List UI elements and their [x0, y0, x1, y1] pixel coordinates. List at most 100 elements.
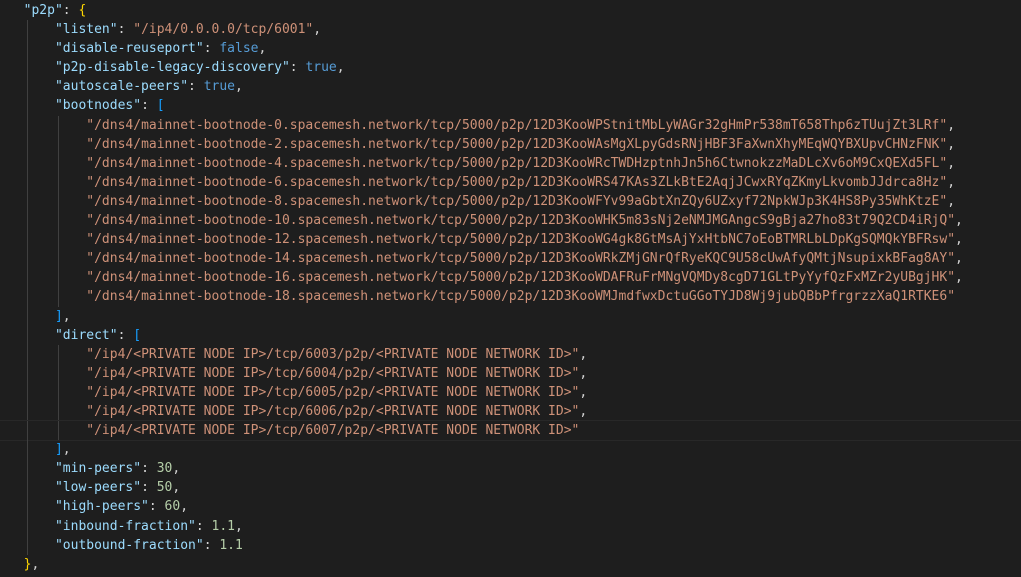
- code-token: ,: [62, 442, 71, 458]
- indent-guide: [26, 287, 28, 307]
- code-token: "/dns4/mainnet-bootnode-6.spacemesh.netw…: [86, 174, 948, 190]
- code-token: :: [188, 79, 204, 95]
- code-token: "bootnodes": [54, 98, 142, 114]
- code-token: "/dns4/mainnet-bootnode-10.spacemesh.net…: [86, 213, 956, 229]
- code-token: "low-peers": [54, 480, 142, 496]
- indent-guide: [57, 287, 59, 307]
- code-line[interactable]: "direct": [: [0, 325, 1021, 345]
- indent-guide: [57, 115, 59, 135]
- code-token: 1.1: [211, 518, 235, 534]
- code-token: "/ip4/<PRIVATE NODE IP>/tcp/6005/p2p/<PR…: [86, 384, 580, 400]
- code-line[interactable]: "listen": "/ip4/0.0.0.0/tcp/6001",: [0, 20, 1021, 40]
- code-line[interactable]: "p2p-disable-legacy-discovery": true,: [0, 58, 1021, 78]
- code-line[interactable]: "/dns4/mainnet-bootnode-0.spacemesh.netw…: [0, 115, 1021, 135]
- indent-guide: [26, 230, 28, 250]
- code-token: ,: [955, 213, 963, 229]
- code-line[interactable]: "/ip4/<PRIVATE NODE IP>/tcp/6004/p2p/<PR…: [0, 363, 1021, 383]
- indent-guide: [26, 134, 28, 154]
- code-token: "autoscale-peers": [54, 79, 189, 95]
- code-token: ,: [579, 384, 588, 400]
- code-token: :: [195, 518, 212, 534]
- indent-guide: [26, 58, 28, 78]
- indent-guide: [57, 153, 59, 173]
- indent-guide: [57, 134, 59, 154]
- code-line[interactable]: "/dns4/mainnet-bootnode-6.spacemesh.netw…: [0, 172, 1021, 192]
- indent-guide: [26, 20, 28, 40]
- indent-guide: [26, 172, 28, 192]
- code-line[interactable]: "/dns4/mainnet-bootnode-4.spacemesh.netw…: [0, 153, 1021, 173]
- indent-guide: [26, 191, 28, 212]
- code-editor[interactable]: "p2p": { "listen": "/ip4/0.0.0.0/tcp/600…: [0, 0, 1021, 577]
- code-line[interactable]: "/dns4/mainnet-bootnode-10.spacemesh.net…: [0, 211, 1021, 231]
- code-line[interactable]: "bootnodes": [: [0, 96, 1021, 116]
- code-token: ,: [62, 308, 71, 324]
- code-token: true: [305, 60, 337, 76]
- indent-guide: [26, 211, 28, 231]
- code-line[interactable]: "/dns4/mainnet-bootnode-16.spacemesh.net…: [0, 268, 1021, 288]
- code-line[interactable]: "/ip4/<PRIVATE NODE IP>/tcp/6003/p2p/<PR…: [0, 344, 1021, 364]
- code-token: ]: [54, 308, 63, 324]
- code-line[interactable]: "p2p": {: [0, 1, 1021, 20]
- indent-guide: [57, 268, 59, 288]
- code-token: :: [148, 499, 165, 515]
- code-line[interactable]: "min-peers": 30,: [0, 459, 1021, 479]
- code-line[interactable]: "low-peers": 50,: [0, 478, 1021, 498]
- code-line[interactable]: "inbound-fraction": 1.1,: [0, 516, 1021, 536]
- code-line[interactable]: "/dns4/mainnet-bootnode-12.spacemesh.net…: [0, 230, 1021, 250]
- code-token: ,: [579, 403, 588, 419]
- code-token: "outbound-fraction": [54, 537, 204, 553]
- code-token: "direct": [54, 327, 118, 343]
- code-line[interactable]: "/ip4/<PRIVATE NODE IP>/tcp/6007/p2p/<PR…: [0, 420, 1021, 442]
- code-line[interactable]: "/ip4/<PRIVATE NODE IP>/tcp/6005/p2p/<PR…: [0, 382, 1021, 402]
- code-token: "/ip4/<PRIVATE NODE IP>/tcp/6007/p2p/<PR…: [86, 423, 580, 439]
- code-token: :: [203, 537, 220, 553]
- code-token: "disable-reuseport": [54, 41, 204, 57]
- code-line[interactable]: "autoscale-peers": true,: [0, 77, 1021, 97]
- code-line[interactable]: "disable-reuseport": false,: [0, 39, 1021, 59]
- indent-guide: [26, 440, 28, 460]
- code-token: ,: [955, 232, 963, 248]
- code-line[interactable]: ],: [0, 306, 1021, 326]
- code-line[interactable]: "/dns4/mainnet-bootnode-2.spacemesh.netw…: [0, 134, 1021, 154]
- code-token: "high-peers": [54, 499, 149, 515]
- code-line[interactable]: "/ip4/<PRIVATE NODE IP>/tcp/6006/p2p/<PR…: [0, 401, 1021, 422]
- indent-guide: [26, 363, 28, 383]
- indent-guide: [26, 459, 28, 479]
- indent-guide: [26, 249, 28, 269]
- code-token: "/ip4/0.0.0.0/tcp/6001": [133, 22, 314, 38]
- code-line[interactable]: "outbound-fraction": 1.1: [0, 535, 1021, 555]
- code-token: [: [156, 98, 165, 114]
- code-line[interactable]: "/dns4/mainnet-bootnode-8.spacemesh.netw…: [0, 191, 1021, 212]
- code-token: :: [117, 327, 134, 343]
- code-line[interactable]: "/dns4/mainnet-bootnode-18.spacemesh.net…: [0, 287, 1021, 307]
- code-line[interactable]: "high-peers": 60,: [0, 497, 1021, 517]
- indent-guide: [26, 268, 28, 288]
- code-token: :: [141, 461, 157, 477]
- code-lines[interactable]: "p2p": { "listen": "/ip4/0.0.0.0/tcp/600…: [0, 1, 1021, 577]
- indent-guide: [57, 363, 59, 383]
- code-line[interactable]: "/dns4/mainnet-bootnode-14.spacemesh.net…: [0, 249, 1021, 269]
- code-token: "/dns4/mainnet-bootnode-12.spacemesh.net…: [86, 232, 956, 248]
- code-token: ,: [172, 461, 181, 477]
- code-line[interactable]: },: [0, 555, 1021, 574]
- indent-guide: [26, 77, 28, 97]
- code-line[interactable]: ],: [0, 440, 1021, 460]
- indent-guide: [26, 39, 28, 59]
- indent-guide: [57, 211, 59, 231]
